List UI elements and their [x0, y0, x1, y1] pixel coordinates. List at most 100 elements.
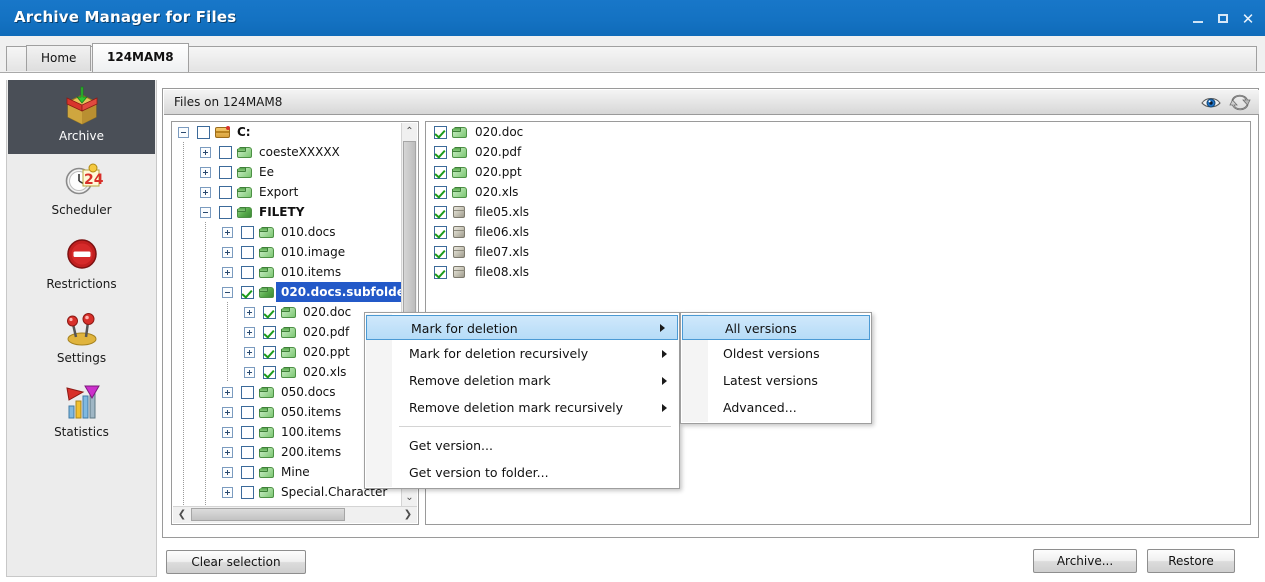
- tree-scroll-right-button[interactable]: ❯: [401, 508, 415, 521]
- sidebar-item-restrictions[interactable]: Restrictions: [8, 228, 155, 302]
- file-list-row[interactable]: 020.xls: [426, 182, 1250, 202]
- expand-plus-icon[interactable]: [222, 466, 233, 478]
- sidebar-item-scheduler[interactable]: 24 Scheduler: [8, 154, 155, 228]
- clear-selection-button[interactable]: Clear selection: [166, 550, 306, 574]
- tree-row-checkbox[interactable]: [241, 385, 254, 399]
- tree-row[interactable]: FILETY: [172, 202, 402, 222]
- file-list-row[interactable]: 020.doc: [426, 122, 1250, 142]
- tree-row-checkbox[interactable]: [197, 125, 210, 139]
- context-menu[interactable]: Mark for deletion Mark for deletion recur…: [364, 312, 680, 489]
- expand-plus-icon[interactable]: [200, 146, 211, 158]
- tree-row[interactable]: 020.docs.subfolder: [172, 282, 402, 302]
- tree-row[interactable]: C:: [172, 122, 402, 142]
- tree-scroll-up-button[interactable]: ⌃: [403, 124, 416, 140]
- file-list-row[interactable]: file06.xls: [426, 222, 1250, 242]
- expand-plus-icon[interactable]: [222, 486, 233, 498]
- expand-plus-icon[interactable]: [222, 406, 233, 418]
- menu-item[interactable]: Get version...: [365, 432, 679, 459]
- tree-row-checkbox[interactable]: [263, 305, 276, 319]
- menu-item[interactable]: Remove deletion mark recursively: [365, 394, 679, 421]
- tree-row-checkbox[interactable]: [241, 265, 254, 279]
- file-row-checkbox[interactable]: [434, 225, 447, 239]
- refresh-icon[interactable]: [1229, 93, 1251, 112]
- tree-row-checkbox[interactable]: [219, 185, 232, 199]
- tree-row-checkbox[interactable]: [241, 425, 254, 439]
- sidebar-item-settings[interactable]: Settings: [8, 302, 155, 376]
- tree-row[interactable]: Export: [172, 182, 402, 202]
- file-list-row[interactable]: file05.xls: [426, 202, 1250, 222]
- expand-plus-icon[interactable]: [222, 246, 233, 258]
- file-row-checkbox[interactable]: [434, 205, 447, 219]
- tree-row[interactable]: 010.image: [172, 242, 402, 262]
- file-row-checkbox[interactable]: [434, 265, 447, 279]
- tree-horizontal-scrollbar[interactable]: ❮ ❯: [173, 506, 417, 523]
- tree-connector: [183, 402, 184, 422]
- tree-row-icon-cell: [258, 262, 275, 282]
- menu-item[interactable]: Mark for deletion recursively: [365, 340, 679, 367]
- expand-plus-icon[interactable]: [222, 386, 233, 398]
- menu-item[interactable]: Get version to folder...: [365, 459, 679, 486]
- expand-plus-icon[interactable]: [222, 266, 233, 278]
- tree-row-checkbox[interactable]: [219, 165, 232, 179]
- tree-scroll-left-button[interactable]: ❮: [175, 508, 189, 521]
- expand-plus-icon[interactable]: [244, 326, 255, 338]
- file-row-checkbox[interactable]: [434, 245, 447, 259]
- expand-plus-icon[interactable]: [222, 426, 233, 438]
- file-row-checkbox[interactable]: [434, 185, 447, 199]
- tree-row-checkbox[interactable]: [263, 345, 276, 359]
- tree-row[interactable]: Ee: [172, 162, 402, 182]
- menu-item[interactable]: Remove deletion mark: [365, 367, 679, 394]
- file-list-row[interactable]: file08.xls: [426, 262, 1250, 282]
- tree-row-checkbox[interactable]: [241, 445, 254, 459]
- tree-row-checkbox[interactable]: [219, 205, 232, 219]
- tree-row-checkbox[interactable]: [241, 225, 254, 239]
- collapse-minus-icon[interactable]: [222, 286, 233, 298]
- file-list-row[interactable]: 020.ppt: [426, 162, 1250, 182]
- tree-row-checkbox[interactable]: [263, 325, 276, 339]
- maximize-button[interactable]: [1216, 12, 1230, 26]
- collapse-minus-icon[interactable]: [200, 206, 211, 218]
- expand-plus-icon[interactable]: [200, 186, 211, 198]
- archive-button[interactable]: Archive...: [1033, 549, 1137, 573]
- collapse-minus-icon[interactable]: [178, 126, 189, 138]
- menu-item[interactable]: Mark for deletion: [366, 315, 678, 340]
- menu-item[interactable]: Advanced...: [681, 394, 871, 421]
- file-list-row[interactable]: file07.xls: [426, 242, 1250, 262]
- tree-row-checkbox[interactable]: [219, 145, 232, 159]
- tree-horizontal-scroll-thumb[interactable]: [191, 508, 345, 521]
- tree-row[interactable]: 010.items: [172, 262, 402, 282]
- expand-plus-icon[interactable]: [200, 166, 211, 178]
- menu-item[interactable]: Latest versions: [681, 367, 871, 394]
- expand-plus-icon[interactable]: [222, 226, 233, 238]
- close-button[interactable]: ✕: [1241, 12, 1255, 27]
- menu-item[interactable]: Oldest versions: [681, 340, 871, 367]
- tree-row-checkbox[interactable]: [241, 485, 254, 499]
- expand-plus-icon[interactable]: [244, 306, 255, 318]
- tree-row-label-cell: Mine: [276, 462, 310, 482]
- tree-scroll-down-button[interactable]: ⌄: [403, 490, 416, 506]
- file-row-checkbox[interactable]: [434, 125, 447, 139]
- tree-row-checkbox[interactable]: [263, 365, 276, 379]
- sidebar-item-archive[interactable]: Archive: [8, 80, 155, 154]
- expand-plus-icon[interactable]: [244, 366, 255, 378]
- tree-connector: [205, 482, 206, 502]
- tree-row-checkbox[interactable]: [241, 465, 254, 479]
- context-submenu[interactable]: All versions Oldest versions Latest versio…: [680, 312, 872, 424]
- tree-row-checkbox[interactable]: [241, 285, 254, 299]
- tree-row-checkbox[interactable]: [241, 405, 254, 419]
- file-row-checkbox[interactable]: [434, 145, 447, 159]
- tree-row-checkbox[interactable]: [241, 245, 254, 259]
- tree-row[interactable]: 010.docs: [172, 222, 402, 242]
- menu-item[interactable]: All versions: [682, 315, 870, 340]
- tree-row[interactable]: coesteXXXXX: [172, 142, 402, 162]
- preview-eye-icon[interactable]: [1200, 93, 1222, 112]
- tab-home[interactable]: Home: [26, 45, 92, 71]
- file-list-row[interactable]: 020.pdf: [426, 142, 1250, 162]
- sidebar-item-statistics[interactable]: Statistics: [8, 376, 155, 450]
- expand-plus-icon[interactable]: [244, 346, 255, 358]
- restore-button[interactable]: Restore: [1147, 549, 1235, 573]
- tab-124mam8[interactable]: 124MAM8: [92, 43, 189, 72]
- minimize-button[interactable]: [1191, 12, 1205, 26]
- expand-plus-icon[interactable]: [222, 446, 233, 458]
- file-row-checkbox[interactable]: [434, 165, 447, 179]
